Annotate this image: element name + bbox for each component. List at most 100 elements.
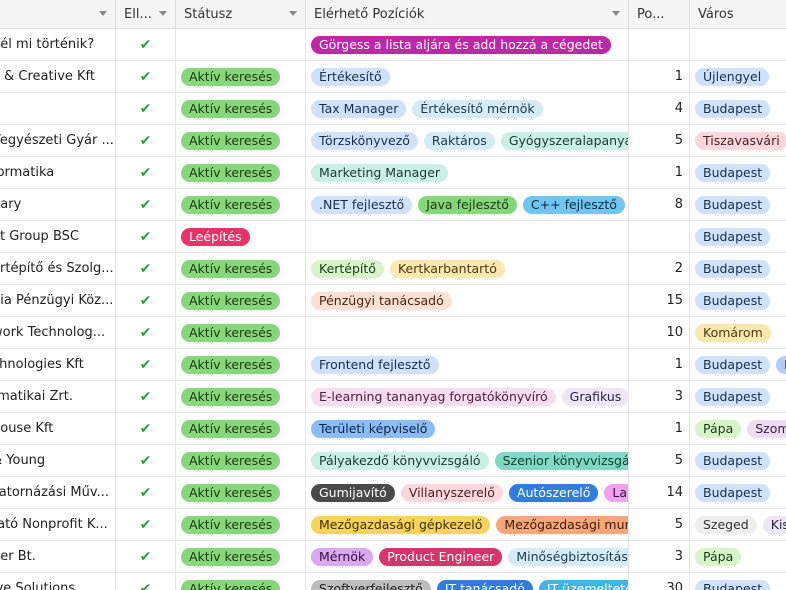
status-cell[interactable]: Aktív keresés: [176, 509, 306, 540]
table-row[interactable]: formatika ✔ Aktív keresés Marketing Manager…: [0, 157, 786, 189]
company-name-cell[interactable]: gary: [0, 189, 116, 220]
position-tag[interactable]: Törzskönyvező: [311, 131, 418, 150]
city-cell[interactable]: Komárom: [690, 317, 786, 348]
position-tag[interactable]: Product Engineer: [379, 547, 503, 566]
status-badge[interactable]: Leépítés: [181, 227, 250, 246]
company-name-cell[interactable]: ertépítő és Szolg...: [0, 253, 116, 284]
position-tag[interactable]: Grafikus: [561, 387, 628, 406]
position-tag[interactable]: Villanyszerelő: [400, 483, 503, 502]
checked-cell[interactable]: ✔: [116, 445, 176, 476]
city-tag[interactable]: Budapest: [695, 195, 771, 214]
status-cell[interactable]: Aktív keresés: [176, 285, 306, 316]
status-badge[interactable]: Aktív keresés: [181, 547, 281, 566]
company-name-cell[interactable]: satornázási Műv...: [0, 477, 116, 508]
positions-count-cell[interactable]: 3: [629, 541, 690, 572]
status-badge[interactable]: Aktív keresés: [181, 99, 281, 118]
position-tag[interactable]: Görgess a lista aljára és add hozzá a cé…: [311, 35, 611, 54]
company-name-cell[interactable]: ger Bt.: [0, 541, 116, 572]
position-tag[interactable]: E-learning tananyag forgatókönyvíró: [311, 387, 556, 406]
positions-count-cell[interactable]: 1: [629, 61, 690, 92]
positions-count-cell[interactable]: 1: [629, 413, 690, 444]
table-row[interactable]: Vegyészeti Gyár ... ✔ Aktív keresés Törzskö…: [0, 125, 786, 157]
company-name-cell[interactable]: nia Pénzügyi Köz...: [0, 285, 116, 316]
checked-cell[interactable]: ✔: [116, 157, 176, 188]
table-row[interactable]: rmatikai Zrt. ✔ Aktív keresés E-learning ta…: [0, 381, 786, 413]
checked-cell[interactable]: ✔: [116, 93, 176, 124]
city-tag[interactable]: Pápa: [695, 547, 742, 566]
status-cell[interactable]: Aktív keresés: [176, 125, 306, 156]
positions-cell[interactable]: Mérnök Product Engineer Minőségbiztosítási…: [306, 541, 629, 572]
city-cell[interactable]: Pápa: [690, 541, 786, 572]
position-tag[interactable]: Frontend fejlesztő: [311, 355, 439, 374]
positions-cell[interactable]: .NET fejlesztő Java fejlesztő C++ fejleszt…: [306, 189, 629, 220]
company-name-cell[interactable]: e & Creative Kft: [0, 61, 116, 92]
status-badge[interactable]: Aktív keresés: [181, 451, 281, 470]
chevron-down-icon[interactable]: [159, 11, 167, 16]
status-badge[interactable]: Aktív keresés: [181, 131, 281, 150]
positions-count-cell[interactable]: 8: [629, 189, 690, 220]
table-row[interactable]: chnologies Kft ✔ Aktív keresés Frontend fej…: [0, 349, 786, 381]
checked-cell[interactable]: ✔: [116, 61, 176, 92]
table-row[interactable]: house Kft ✔ Aktív keresés Területi képvisel…: [0, 413, 786, 445]
status-badge[interactable]: Aktív keresés: [181, 195, 281, 214]
positions-cell[interactable]: Területi képviselő: [306, 413, 629, 444]
column-header-positions[interactable]: Elérhető Pozíciók: [306, 0, 629, 29]
column-header-city[interactable]: Város: [690, 0, 786, 29]
positions-cell[interactable]: Mezőgazdasági gépkezelő Mezőgazdasági mun…: [306, 509, 629, 540]
position-tag[interactable]: Szenior könyvvizsgáló: [494, 451, 628, 470]
positions-count-cell[interactable]: [629, 221, 690, 252]
positions-count-cell[interactable]: 1: [629, 349, 690, 380]
column-header-check[interactable]: Ell...: [116, 0, 176, 29]
table-row[interactable]: ger Bt. ✔ Aktív keresés Mérnök Product Engin…: [0, 541, 786, 573]
city-tag[interactable]: Debrecen: [776, 355, 786, 374]
positions-cell[interactable]: Gumijavító Villanyszerelő Autószerelő Lakat…: [306, 477, 629, 508]
city-tag[interactable]: Budapest: [695, 99, 771, 118]
company-name-cell[interactable]: formatika: [0, 157, 116, 188]
positions-count-cell[interactable]: 4: [629, 93, 690, 124]
city-cell[interactable]: Budapest: [690, 157, 786, 188]
city-cell[interactable]: Budapest: [690, 285, 786, 316]
company-name-cell[interactable]: & Young: [0, 445, 116, 476]
city-cell[interactable]: Budapest: [690, 253, 786, 284]
status-badge[interactable]: Aktív keresés: [181, 387, 281, 406]
checked-cell[interactable]: ✔: [116, 413, 176, 444]
checked-cell[interactable]: ✔: [116, 381, 176, 412]
city-tag[interactable]: Budapest: [695, 451, 771, 470]
status-cell[interactable]: Aktív keresés: [176, 61, 306, 92]
status-badge[interactable]: Aktív keresés: [181, 259, 281, 278]
status-cell[interactable]: Aktív keresés: [176, 349, 306, 380]
positions-cell[interactable]: Görgess a lista aljára és add hozzá a cé…: [306, 29, 629, 60]
table-row[interactable]: tató Nonprofit K... ✔ Aktív keresés Mezőgaz…: [0, 509, 786, 541]
position-tag[interactable]: Területi képviselő: [311, 419, 436, 438]
status-cell[interactable]: Aktív keresés: [176, 381, 306, 412]
checked-cell[interactable]: ✔: [116, 253, 176, 284]
city-cell[interactable]: Budapest: [690, 445, 786, 476]
table-row[interactable]: nél mi történik? ✔ Görgess a lista aljára …: [0, 29, 786, 61]
status-badge[interactable]: Aktív keresés: [181, 163, 281, 182]
position-tag[interactable]: Gyógyszeralapanyag-gyártó: [500, 131, 628, 150]
table-row[interactable]: e & Creative Kft ✔ Aktív keresés Értékesítő…: [0, 61, 786, 93]
city-tag[interactable]: Pápa: [695, 419, 742, 438]
city-cell[interactable]: Pápa Szombathely: [690, 413, 786, 444]
checked-cell[interactable]: ✔: [116, 221, 176, 252]
position-tag[interactable]: Kertépítő: [311, 259, 384, 278]
chevron-down-icon[interactable]: [289, 11, 297, 16]
positions-count-cell[interactable]: 1: [629, 157, 690, 188]
positions-count-cell[interactable]: 5: [629, 509, 690, 540]
table-row[interactable]: & Young ✔ Aktív keresés Pályakezdő könyvviz…: [0, 445, 786, 477]
city-tag[interactable]: Budapest: [695, 291, 771, 310]
position-tag[interactable]: Raktáros: [423, 131, 495, 150]
city-tag[interactable]: Budapest: [695, 579, 771, 590]
positions-cell[interactable]: Tax Manager Értékesítő mérnök: [306, 93, 629, 124]
positions-cell[interactable]: Törzskönyvező Raktáros Gyógyszeralapanyag-…: [306, 125, 629, 156]
status-badge[interactable]: Aktív keresés: [181, 355, 281, 374]
city-tag[interactable]: Budapest: [695, 387, 771, 406]
city-cell[interactable]: Budapest: [690, 93, 786, 124]
company-name-cell[interactable]: work Technolog...: [0, 317, 116, 348]
company-name-cell[interactable]: nél mi történik?: [0, 29, 116, 60]
status-badge[interactable]: Aktív keresés: [181, 291, 281, 310]
position-tag[interactable]: Java fejlesztő: [418, 195, 517, 214]
status-badge[interactable]: Aktív keresés: [181, 579, 281, 590]
checked-cell[interactable]: ✔: [116, 509, 176, 540]
status-cell[interactable]: Aktív keresés: [176, 189, 306, 220]
